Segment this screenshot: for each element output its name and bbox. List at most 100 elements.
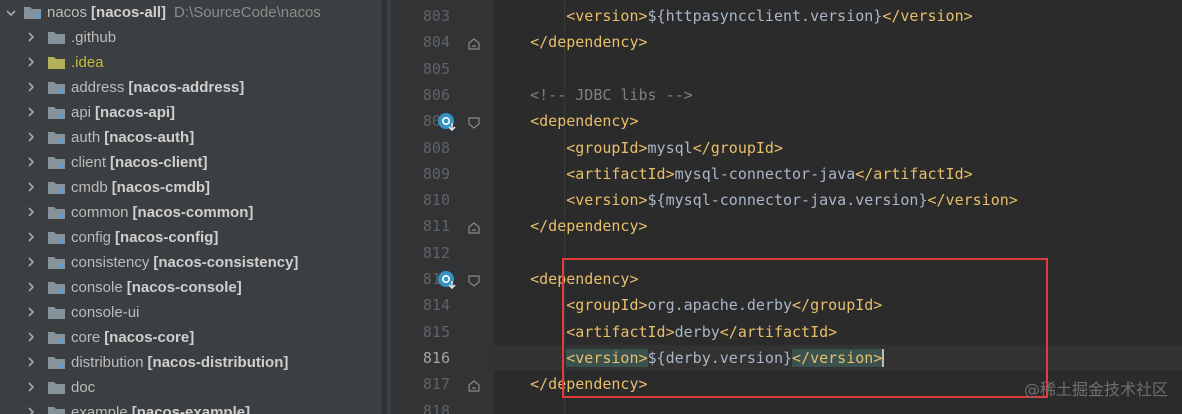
module-folder-icon xyxy=(48,356,65,369)
fold-start-icon[interactable] xyxy=(468,115,480,133)
line-number: 812 xyxy=(422,243,450,262)
tree-item[interactable]: consistency [nacos-consistency] xyxy=(0,250,382,275)
tree-item[interactable]: cmdb [nacos-cmdb] xyxy=(0,175,382,200)
chevron-right-icon[interactable] xyxy=(26,325,36,350)
fold-end-icon[interactable] xyxy=(468,220,480,238)
maven-dependency-icon[interactable] xyxy=(437,112,457,136)
code-line: <dependency> xyxy=(494,108,1182,134)
tree-item[interactable]: config [nacos-config] xyxy=(0,225,382,250)
chevron-right-icon[interactable] xyxy=(26,400,36,414)
tree-root-path: D:\SourceCode\nacos xyxy=(174,4,321,21)
chevron-right-icon[interactable] xyxy=(26,175,36,200)
project-tree: nacos [nacos-all] D:\SourceCode\nacos .g… xyxy=(0,0,382,414)
line-number: 804 xyxy=(422,33,450,52)
tree-item-module: [nacos-example] xyxy=(131,403,251,414)
chevron-right-icon[interactable] xyxy=(26,200,36,225)
tree-item-name: console xyxy=(71,278,123,296)
fold-end-icon[interactable] xyxy=(468,378,480,396)
folder-icon xyxy=(48,31,65,44)
chevron-right-icon[interactable] xyxy=(26,125,36,150)
tree-item[interactable]: distribution [nacos-distribution] xyxy=(0,350,382,375)
module-folder-icon xyxy=(24,7,41,19)
fold-start-icon[interactable] xyxy=(468,273,480,291)
tree-item[interactable]: auth [nacos-auth] xyxy=(0,125,382,150)
line-number: 803 xyxy=(422,7,450,25)
line-number: 816 xyxy=(422,348,450,367)
tree-item-module: [nacos-distribution] xyxy=(147,353,289,371)
line-number: 811 xyxy=(422,217,450,236)
tree-scrollbar[interactable] xyxy=(387,0,391,414)
code-text: mysql xyxy=(647,138,693,157)
tree-item[interactable]: doc xyxy=(0,375,382,400)
tree-item-name: api xyxy=(71,103,92,121)
highlight-box xyxy=(562,258,1048,398)
tree-item-module: [nacos-auth] xyxy=(104,128,195,146)
chevron-right-icon[interactable] xyxy=(26,75,36,100)
module-folder-icon xyxy=(48,206,65,219)
tree-item-name: .idea xyxy=(71,53,104,71)
code-open-tag: <version> xyxy=(566,7,648,25)
tree-item[interactable]: address [nacos-address] xyxy=(0,75,382,100)
fold-end-icon[interactable] xyxy=(468,36,480,54)
tree-root-name: nacos xyxy=(47,4,88,21)
panel-splitter[interactable] xyxy=(382,0,394,414)
line-number: 810 xyxy=(422,191,450,210)
chevron-right-icon[interactable] xyxy=(26,25,36,50)
chevron-down-icon[interactable] xyxy=(6,0,16,25)
tree-item-name: auth xyxy=(71,128,101,146)
tree-item-name: console-ui xyxy=(71,303,140,321)
code-line: <artifactId>mysql-connector-java</artifa… xyxy=(494,161,1182,187)
tree-item[interactable]: core [nacos-core] xyxy=(0,325,382,350)
tree-item[interactable]: console-ui xyxy=(0,300,382,325)
tree-item-name: example xyxy=(71,403,128,414)
code-comment: <!-- JDBC libs --> xyxy=(530,85,693,104)
module-folder-icon xyxy=(48,331,65,344)
code-line: </dependency> xyxy=(494,213,1182,239)
tree-item[interactable]: .idea xyxy=(0,50,382,75)
chevron-right-icon[interactable] xyxy=(26,225,36,250)
chevron-right-icon[interactable] xyxy=(26,275,36,300)
code-open-tag: <dependency> xyxy=(530,112,639,131)
tree-item-module: [nacos-cmdb] xyxy=(111,178,211,196)
tree-item[interactable]: common [nacos-common] xyxy=(0,200,382,225)
tree-item[interactable]: console [nacos-console] xyxy=(0,275,382,300)
line-number: 805 xyxy=(422,59,450,78)
code-close-tag: </groupId> xyxy=(692,138,783,157)
code-close-tag: </dependency> xyxy=(530,33,648,52)
module-folder-icon xyxy=(48,131,65,144)
chevron-right-icon[interactable] xyxy=(26,250,36,275)
tree-item[interactable]: .github xyxy=(0,25,382,50)
code-close-tag: </version> xyxy=(882,7,973,25)
tree-item-module: [nacos-consistency] xyxy=(153,253,299,271)
tree-item[interactable]: client [nacos-client] xyxy=(0,150,382,175)
chevron-right-icon[interactable] xyxy=(26,300,36,325)
line-number: 808 xyxy=(422,138,450,157)
tree-item-name: cmdb xyxy=(71,178,108,196)
tree-root[interactable]: nacos [nacos-all] D:\SourceCode\nacos xyxy=(0,0,382,25)
chevron-right-icon[interactable] xyxy=(26,375,36,400)
chevron-right-icon[interactable] xyxy=(26,50,36,75)
tree-item-name: doc xyxy=(71,378,96,396)
code-text: ${mysql-connector-java.version} xyxy=(647,191,928,210)
tree-item-module: [nacos-common] xyxy=(132,203,254,221)
code-line: <version>${httpasyncclient.version}</ver… xyxy=(494,3,1182,29)
chevron-right-icon[interactable] xyxy=(26,350,36,375)
code-close-tag: </artifactId> xyxy=(855,164,973,183)
code-line: </dependency> xyxy=(494,29,1182,55)
maven-dependency-icon[interactable] xyxy=(437,270,457,294)
chevron-right-icon[interactable] xyxy=(26,150,36,175)
code-line: <groupId>mysql</groupId> xyxy=(494,135,1182,161)
tree-item-name: consistency xyxy=(71,253,150,271)
tree-item[interactable]: api [nacos-api] xyxy=(0,100,382,125)
chevron-right-icon[interactable] xyxy=(26,100,36,125)
tree-item-name: core xyxy=(71,328,101,346)
tree-item-name: .github xyxy=(71,28,117,46)
tree-item[interactable]: example [nacos-example] xyxy=(0,400,382,414)
